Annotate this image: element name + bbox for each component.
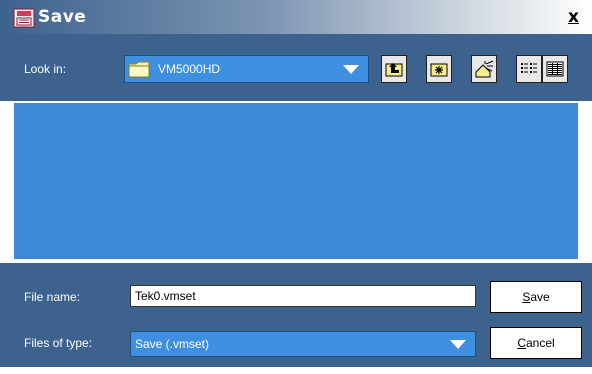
new-folder-button[interactable] xyxy=(426,55,452,83)
chevron-down-icon xyxy=(450,340,466,349)
list-view-button[interactable] xyxy=(516,55,542,83)
cancel-label-rest: ancel xyxy=(525,336,555,350)
file-name-label: File name: xyxy=(24,290,81,304)
files-of-type-combo[interactable]: Save (.vmset) xyxy=(130,331,476,357)
title-bar: Save x xyxy=(0,0,592,34)
list-view-icon xyxy=(521,63,537,73)
file-list[interactable] xyxy=(14,101,578,261)
folder-icon xyxy=(128,61,150,78)
up-folder-button[interactable] xyxy=(381,55,407,83)
home-sparkle-icon xyxy=(475,60,494,78)
save-label-rest: ave xyxy=(530,290,550,304)
files-of-type-label: Files of type: xyxy=(24,336,93,350)
look-in-combo[interactable]: VM5000HD xyxy=(124,55,369,83)
new-folder-icon xyxy=(430,63,448,77)
app-icon xyxy=(13,8,35,28)
chevron-down-icon xyxy=(343,65,359,74)
window-title: Save xyxy=(38,7,87,27)
home-button[interactable] xyxy=(471,55,497,83)
file-name-input[interactable] xyxy=(130,285,476,307)
details-view-icon xyxy=(546,61,564,77)
files-of-type-value: Save (.vmset) xyxy=(135,337,210,351)
up-folder-icon xyxy=(385,63,403,77)
save-button[interactable]: Save xyxy=(490,281,582,313)
cancel-button[interactable]: Cancel xyxy=(490,327,582,359)
close-button[interactable]: x xyxy=(568,7,579,27)
save-mnemonic: S xyxy=(522,290,531,304)
look-in-label: Look in: xyxy=(24,62,67,76)
details-view-button[interactable] xyxy=(542,55,568,83)
look-in-value: VM5000HD xyxy=(158,62,221,76)
cancel-mnemonic: C xyxy=(517,336,526,350)
